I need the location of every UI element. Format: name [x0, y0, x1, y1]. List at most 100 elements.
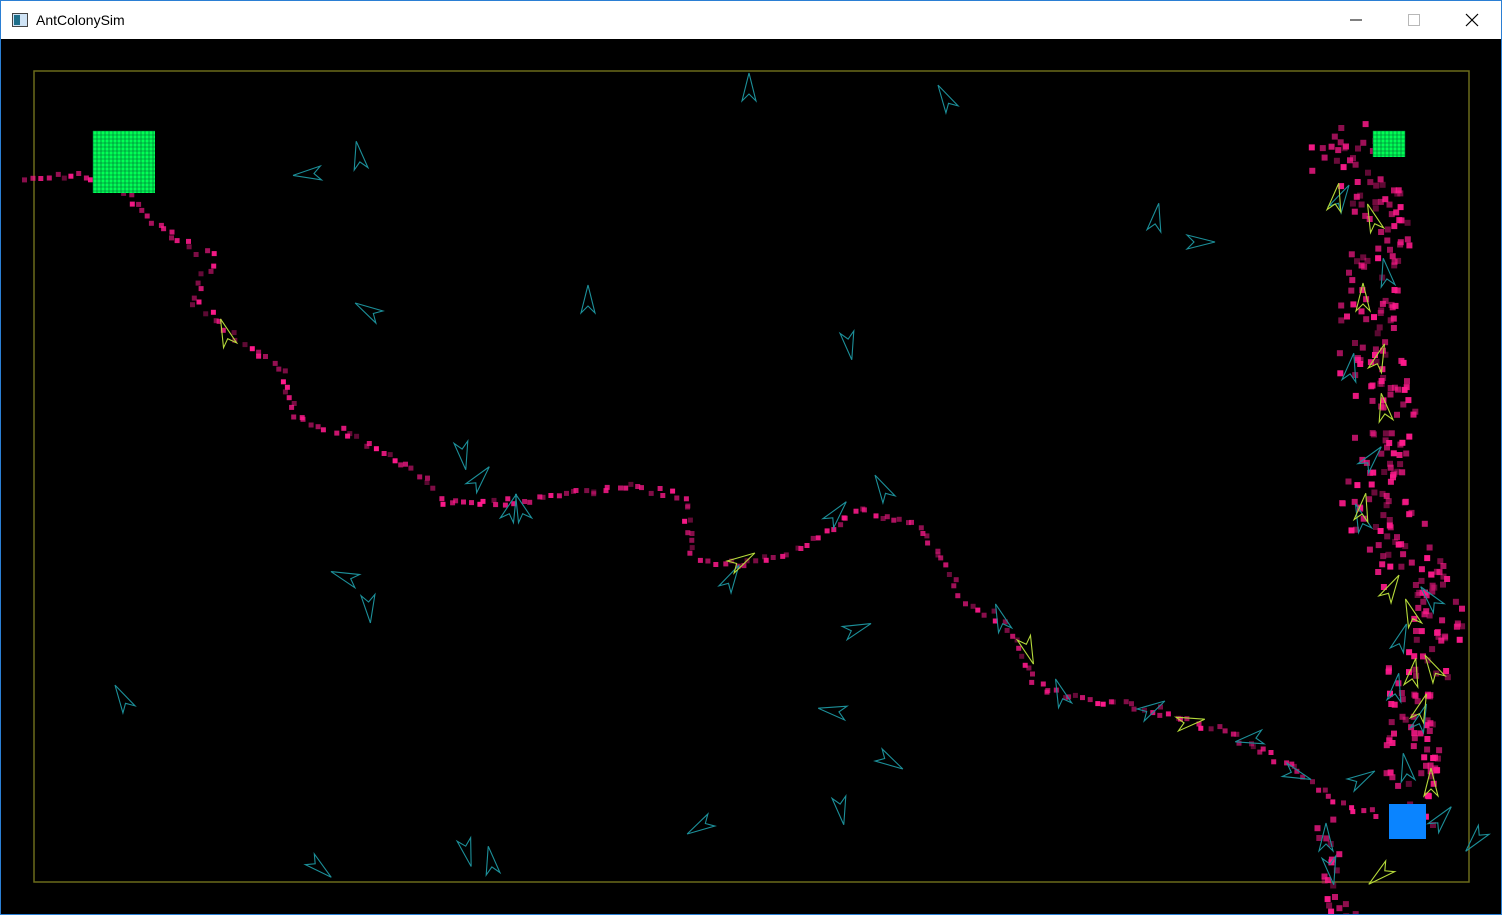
pheromone-mark — [1443, 668, 1450, 674]
pheromone-mark — [1413, 628, 1419, 634]
maximize-button[interactable] — [1385, 1, 1443, 39]
close-button[interactable] — [1443, 1, 1501, 39]
ant — [1135, 700, 1166, 723]
ant-shape — [1400, 753, 1417, 784]
pheromone-mark — [1444, 576, 1451, 582]
pheromone-mark — [687, 517, 693, 523]
pheromone-mark — [1352, 392, 1359, 399]
pheromone-mark — [1399, 439, 1406, 446]
ant-shape — [353, 141, 370, 172]
pheromone-mark — [1395, 257, 1402, 264]
pheromone-mark — [282, 368, 288, 374]
pheromone-mark — [1378, 229, 1385, 235]
pheromone-mark — [1352, 340, 1358, 346]
pheromone-mark — [1343, 913, 1350, 914]
pheromone-mark — [1234, 731, 1240, 737]
pheromone-mark — [1391, 384, 1398, 391]
pheromone-mark — [190, 302, 195, 308]
pheromone-mark — [148, 220, 154, 226]
pheromone-mark — [1395, 680, 1402, 687]
pheromone-mark — [1377, 176, 1384, 183]
pheromone-mark — [1371, 489, 1378, 496]
pheromone-mark — [1406, 433, 1413, 440]
pheromone-mark — [873, 513, 879, 519]
pheromone-mark — [1384, 237, 1391, 244]
pheromone-mark — [1080, 695, 1085, 701]
simulation-canvas[interactable] — [1, 39, 1501, 914]
ant-shape — [114, 684, 137, 715]
pheromone-mark — [1380, 512, 1387, 519]
ant — [840, 622, 872, 642]
pheromone-mark — [1388, 719, 1395, 726]
pheromone-mark — [1354, 258, 1360, 265]
ant — [1368, 858, 1397, 885]
pheromone-mark — [623, 485, 629, 491]
pheromone-mark — [1404, 236, 1411, 243]
pheromone-mark — [1352, 434, 1358, 441]
pheromone-mark — [564, 490, 569, 496]
pheromone-mark — [918, 525, 924, 531]
pheromone-mark — [1384, 226, 1391, 233]
title-bar[interactable]: AntColonySim — [1, 1, 1501, 39]
pheromone-mark — [1388, 301, 1395, 308]
minimize-button[interactable] — [1327, 1, 1385, 39]
pheromone-mark — [798, 546, 804, 551]
pheromone-mark — [527, 499, 533, 505]
pheromone-mark — [770, 555, 776, 560]
pheromone-mark — [963, 601, 968, 607]
pheromone-mark — [1332, 894, 1338, 900]
pheromone-mark — [925, 540, 931, 546]
ant-shape — [1368, 858, 1397, 885]
ant — [838, 329, 855, 360]
ant — [1425, 806, 1452, 835]
pheromone-mark — [1400, 401, 1407, 408]
ant-shape — [1404, 598, 1424, 630]
pheromone-mark — [129, 192, 135, 198]
ant — [686, 812, 717, 835]
pheromone-mark — [687, 550, 693, 556]
pheromone-mark — [1010, 633, 1016, 639]
pheromone-mark — [1440, 581, 1446, 588]
pheromone-mark — [1016, 645, 1022, 651]
pheromone-mark — [842, 515, 848, 521]
pheromone-mark — [1402, 716, 1409, 723]
pheromone-mark — [242, 342, 248, 348]
pheromone-mark — [1350, 809, 1356, 815]
pheromone-mark — [1328, 143, 1335, 150]
pheromone-mark — [1383, 492, 1390, 499]
pheromone-mark — [286, 395, 292, 401]
pheromone-mark — [1386, 201, 1393, 208]
pheromone-mark — [1425, 793, 1432, 800]
pheromone-mark — [591, 489, 597, 495]
pheromone-mark — [1323, 835, 1330, 842]
pheromone-mark — [810, 535, 816, 541]
pheromone-mark — [815, 535, 821, 541]
pheromone-mark — [1337, 370, 1344, 377]
pheromone-mark — [1429, 721, 1436, 728]
pheromone-mark — [1379, 300, 1386, 307]
ant-shape — [292, 164, 324, 181]
pheromone-mark — [139, 207, 145, 213]
pheromone-mark — [195, 280, 201, 286]
pheromone-mark — [548, 493, 554, 498]
pheromone-mark — [981, 612, 987, 618]
pheromone-mark — [1348, 251, 1355, 258]
pheromone-mark — [1387, 391, 1394, 398]
pheromone-mark — [1375, 542, 1382, 549]
ant — [353, 141, 370, 172]
pheromone-mark — [953, 577, 959, 583]
pheromone-mark — [282, 389, 288, 395]
pheromone-mark — [211, 263, 217, 269]
maximize-icon — [1408, 14, 1420, 26]
ant — [937, 84, 960, 115]
pheromone-mark — [430, 485, 436, 491]
pheromone-mark — [1129, 701, 1134, 707]
pheromone-mark — [291, 414, 297, 420]
ant-shape — [686, 812, 717, 835]
pheromone-mark — [276, 366, 282, 372]
pheromone-mark — [1379, 561, 1386, 568]
ant — [514, 493, 534, 525]
pheromone-mark — [55, 171, 61, 177]
pheromone-mark — [1396, 217, 1403, 224]
pheromone-mark — [129, 201, 135, 207]
